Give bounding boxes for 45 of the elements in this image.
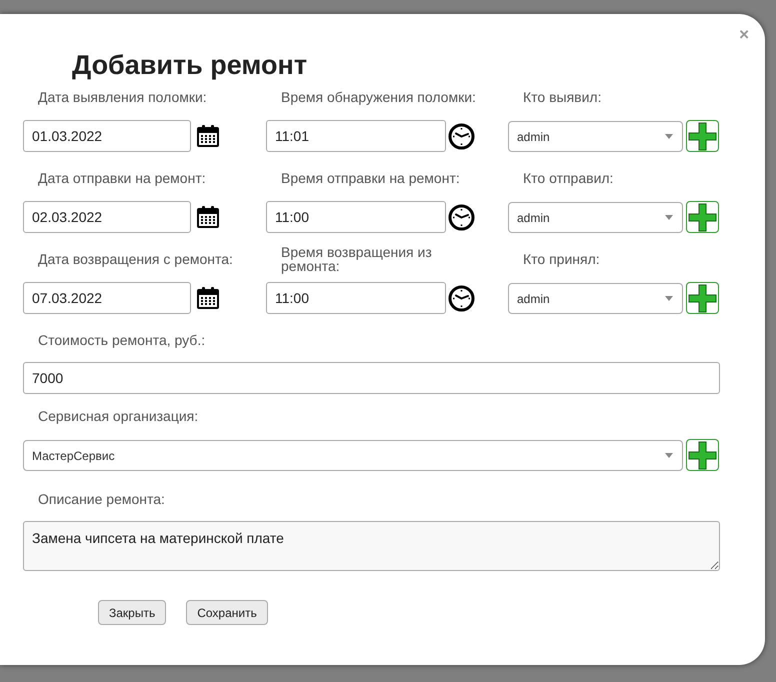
plus-icon xyxy=(688,440,717,470)
add-button[interactable] xyxy=(686,201,719,233)
dialog-button[interactable]: Закрыть xyxy=(98,600,166,625)
field-label: Дата возвращения с ремонта: xyxy=(38,252,233,266)
add-button[interactable] xyxy=(686,282,719,314)
text-area[interactable]: Замена чипсета на материнской плате xyxy=(23,521,720,571)
time-field[interactable]: 11:00 xyxy=(266,282,446,314)
add-button[interactable] xyxy=(686,120,719,152)
dropdown[interactable]: МастерСервис xyxy=(23,440,683,470)
plus-icon xyxy=(688,202,717,232)
field-label: Дата выявления поломки: xyxy=(38,90,207,104)
date-field[interactable]: 07.03.2022 xyxy=(23,282,191,314)
date-field[interactable]: 01.03.2022 xyxy=(23,120,191,152)
field-label: Время обнаружения поломки: xyxy=(281,90,476,104)
plus-icon xyxy=(688,122,717,150)
calendar-icon[interactable] xyxy=(197,125,219,147)
field-label: Сервисная организация: xyxy=(38,409,198,423)
dropdown[interactable]: admin xyxy=(508,282,683,314)
field-label: Дата отправки на ремонт: xyxy=(38,171,206,185)
plus-icon xyxy=(688,284,717,312)
add-button[interactable] xyxy=(686,439,719,471)
field-label: Описание ремонта: xyxy=(38,492,165,506)
field-label: Кто отправил: xyxy=(523,171,614,185)
dropdown[interactable]: admin xyxy=(508,120,683,152)
field-label: Время возвращения из ремонта: xyxy=(281,245,433,273)
clock-icon[interactable] xyxy=(448,122,475,150)
calendar-icon[interactable] xyxy=(197,287,219,309)
date-field[interactable]: 02.03.2022 xyxy=(23,201,191,233)
dropdown[interactable]: admin xyxy=(508,202,683,232)
clock-icon[interactable] xyxy=(448,284,475,312)
time-field[interactable]: 11:00 xyxy=(266,201,446,233)
calendar-icon[interactable] xyxy=(197,206,219,228)
dropdown-arrow-icon xyxy=(665,296,673,300)
dropdown-arrow-icon xyxy=(665,134,673,138)
dropdown-arrow-icon xyxy=(665,214,673,220)
field-label: Кто принял: xyxy=(523,252,600,266)
clock-icon[interactable] xyxy=(448,204,475,230)
input-field[interactable]: 7000 xyxy=(23,362,720,394)
field-label: Время отправки на ремонт: xyxy=(281,171,460,185)
dialog-title: Добавить ремонт xyxy=(71,49,308,81)
field-label: Стоимость ремонта, руб.: xyxy=(38,333,206,347)
dialog-button[interactable]: Сохранить xyxy=(186,600,268,625)
time-field[interactable]: 11:01 xyxy=(266,120,446,152)
dropdown-arrow-icon xyxy=(665,452,673,458)
field-label: Кто выявил: xyxy=(523,90,602,104)
